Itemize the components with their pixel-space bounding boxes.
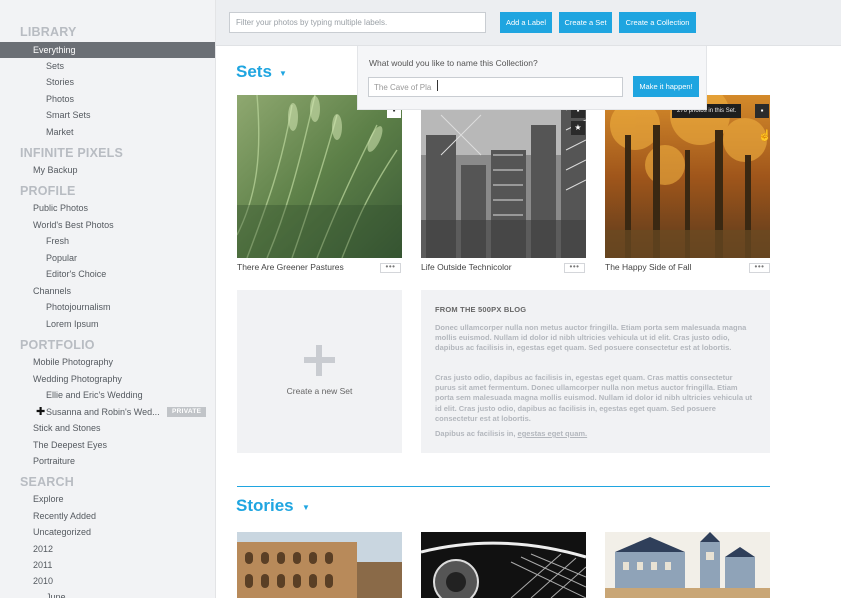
pointer-cursor-icon: ☝ xyxy=(758,130,772,142)
filter-labels-input[interactable] xyxy=(229,12,486,33)
sidebar-item-sets[interactable]: Sets xyxy=(0,58,215,74)
private-badge: PRIVATE xyxy=(167,407,207,417)
collection-name-input[interactable] xyxy=(368,77,623,97)
infinite-pixels-heading: INFINITE PIXELS xyxy=(20,146,124,160)
sidebar-item-explore[interactable]: Explore xyxy=(0,491,215,507)
autumn-forest-photo-image xyxy=(605,95,770,258)
sidebar-item-my-backup[interactable]: My Backup xyxy=(0,162,215,178)
sidebar-item-channels[interactable]: Channels xyxy=(0,283,215,299)
sidebar-item-popular[interactable]: Popular xyxy=(0,250,215,266)
set-caption[interactable]: Life Outside Technicolor xyxy=(421,262,512,272)
sidebar-item-photos[interactable]: Photos xyxy=(0,91,215,107)
search-heading: SEARCH xyxy=(20,475,74,489)
sidebar-item-june[interactable]: June xyxy=(0,589,215,598)
story-thumbnail-castle[interactable] xyxy=(605,532,770,598)
sidebar: LIBRARY Everything Sets Stories Photos S… xyxy=(0,0,216,598)
castle-photo-image xyxy=(605,532,770,598)
sidebar-item-uncategorized[interactable]: Uncategorized xyxy=(0,524,215,540)
profile-heading: PROFILE xyxy=(20,184,76,198)
colosseum-photo-image xyxy=(237,532,402,598)
set-more-button[interactable]: ••• xyxy=(380,263,401,273)
set-thumbnail-happy-side-of-fall[interactable] xyxy=(605,95,770,258)
section-divider xyxy=(237,486,770,487)
sidebar-item-2010[interactable]: 2010 xyxy=(0,573,215,589)
sidebar-item-label: Susanna and Robin's Wed... xyxy=(46,407,160,417)
sets-section-title[interactable]: Sets xyxy=(236,62,272,82)
blog-link[interactable]: egestas eget quam. xyxy=(518,429,588,438)
bw-city-photo-image xyxy=(421,95,586,258)
sidebar-item-ellie-eric-wedding[interactable]: Ellie and Eric's Wedding xyxy=(0,387,215,403)
make-it-happen-button[interactable]: Make it happen! xyxy=(633,76,699,97)
sidebar-item-stick-and-stones[interactable]: Stick and Stones xyxy=(0,420,215,436)
stories-section-title[interactable]: Stories xyxy=(236,496,294,516)
set-more-button[interactable]: ••• xyxy=(749,263,770,273)
sidebar-item-stories[interactable]: Stories xyxy=(0,74,215,90)
sidebar-item-market[interactable]: Market xyxy=(0,124,215,140)
blog-title: FROM THE 500PX BLOG xyxy=(435,305,527,314)
popover-question: What would you like to name this Collect… xyxy=(369,58,538,68)
portfolio-heading: PORTFOLIO xyxy=(20,338,95,352)
sidebar-item-deepest-eyes[interactable]: The Deepest Eyes xyxy=(0,437,215,453)
sidebar-item-photojournalism[interactable]: Photojournalism xyxy=(0,299,215,315)
set-options-icon[interactable]: ▪ xyxy=(755,104,769,118)
create-set-button[interactable]: Create a Set xyxy=(559,12,612,33)
create-collection-button[interactable]: Create a Collection xyxy=(619,12,696,33)
set-thumbnail-greener-pastures[interactable] xyxy=(237,95,402,258)
move-cursor-icon: ✚ xyxy=(36,406,46,418)
library-heading: LIBRARY xyxy=(20,25,77,39)
star-icon[interactable]: ★ xyxy=(571,121,585,135)
set-more-button[interactable]: ••• xyxy=(564,263,585,273)
set-caption[interactable]: There Are Greener Pastures xyxy=(237,262,344,272)
sidebar-item-editors-choice[interactable]: Editor's Choice xyxy=(0,266,215,282)
sidebar-item-public-photos[interactable]: Public Photos xyxy=(0,200,215,216)
wheat-photo-image xyxy=(237,95,402,258)
blog-text: Dapibus ac facilisis in, xyxy=(435,429,518,438)
stories-dropdown-icon[interactable]: ▼ xyxy=(302,503,310,512)
sidebar-item-2011[interactable]: 2011 xyxy=(0,557,215,573)
sidebar-item-fresh[interactable]: Fresh xyxy=(0,233,215,249)
sidebar-item-2012[interactable]: 2012 xyxy=(0,541,215,557)
sidebar-item-worlds-best[interactable]: World's Best Photos xyxy=(0,217,215,233)
blog-paragraph: Cras justo odio, dapibus ac facilisis in… xyxy=(435,373,753,423)
set-thumbnail-life-outside-technicolor[interactable] xyxy=(421,95,586,258)
name-collection-popover: What would you like to name this Collect… xyxy=(357,46,707,110)
add-label-button[interactable]: Add a Label xyxy=(500,12,552,33)
blog-paragraph: Donec ullamcorper nulla non metus auctor… xyxy=(435,323,747,353)
story-thumbnail-colosseum[interactable] xyxy=(237,532,402,598)
sidebar-item-lorem-ipsum[interactable]: Lorem Ipsum xyxy=(0,316,215,332)
text-cursor xyxy=(437,80,438,91)
sidebar-item-susanna-robin-wedding[interactable]: ✚ Susanna and Robin's Wed... PRIVATE xyxy=(0,404,215,420)
toolbar: Add a Label Create a Set Create a Collec… xyxy=(216,0,841,46)
sidebar-item-smart-sets[interactable]: Smart Sets xyxy=(0,107,215,123)
sidebar-item-mobile-photography[interactable]: Mobile Photography xyxy=(0,354,215,370)
plus-icon-bar xyxy=(304,357,335,363)
set-caption[interactable]: The Happy Side of Fall xyxy=(605,262,691,272)
story-thumbnail-car-grille[interactable] xyxy=(421,532,586,598)
sidebar-item-portraiture[interactable]: Portraiture xyxy=(0,453,215,469)
sets-dropdown-icon[interactable]: ▼ xyxy=(279,69,287,78)
sidebar-item-everything[interactable]: Everything xyxy=(0,42,215,58)
blog-paragraph: Dapibus ac facilisis in, egestas eget qu… xyxy=(435,429,755,439)
sidebar-item-recently-added[interactable]: Recently Added xyxy=(0,508,215,524)
car-grille-photo-image xyxy=(421,532,586,598)
create-new-set-label[interactable]: Create a new Set xyxy=(237,386,402,396)
sidebar-item-wedding-photography[interactable]: Wedding Photography xyxy=(0,371,215,387)
